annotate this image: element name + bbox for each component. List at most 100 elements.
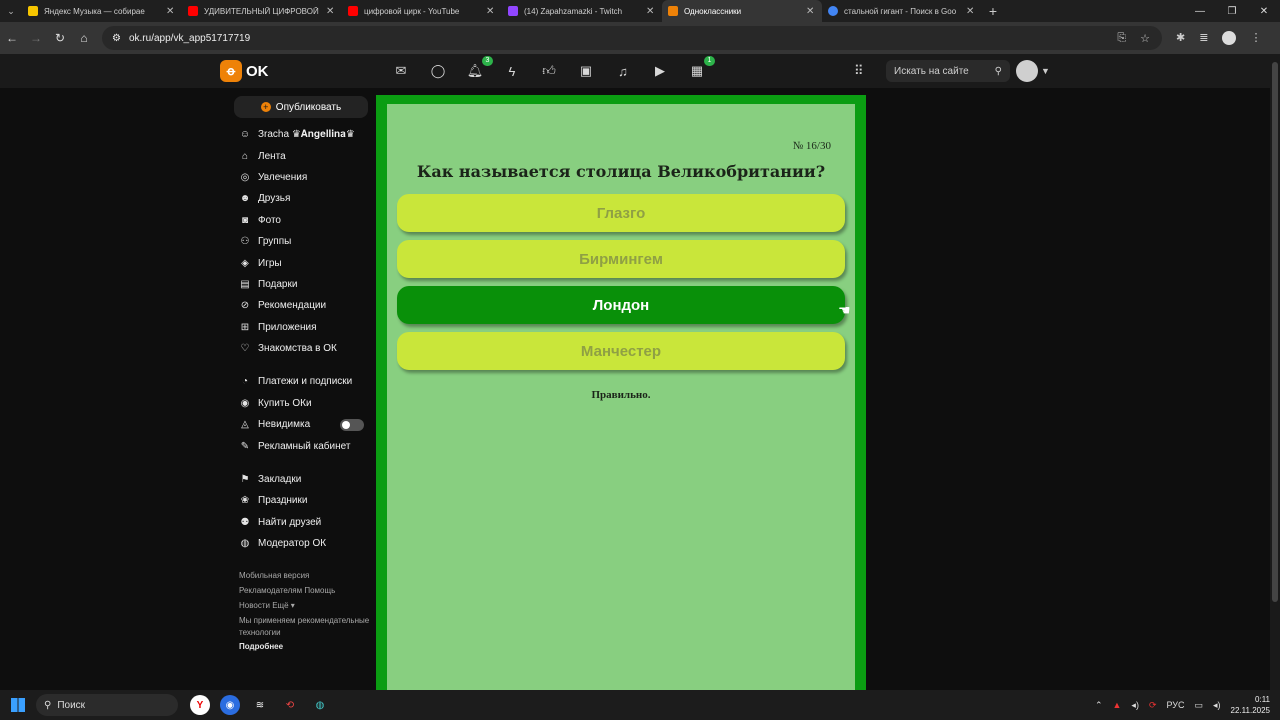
- install-icon[interactable]: ⎘: [1117, 32, 1126, 45]
- games-icon[interactable]: ▦ 1: [688, 56, 715, 80]
- sidebar-item-buy-oks[interactable]: ◉ Купить ОКи: [234, 393, 374, 414]
- url-input[interactable]: ⚙ ok.ru/app/vk_app51717719 ⎘ ☆: [102, 26, 1162, 50]
- close-icon[interactable]: ✕: [646, 6, 656, 17]
- mobile-version-link[interactable]: Мобильная версия: [239, 571, 309, 580]
- sidebar-item-hobbies[interactable]: ◎ Увлечения: [234, 167, 374, 188]
- advertisers-link[interactable]: Рекламодателям: [239, 586, 302, 595]
- extensions-icon[interactable]: ✱: [1176, 31, 1185, 45]
- page-scrollbar[interactable]: [1270, 54, 1280, 690]
- sidebar-item-gifts[interactable]: ▤ Подарки: [234, 274, 374, 295]
- music-icon[interactable]: ♫: [614, 62, 632, 80]
- tab-favicon-icon: [828, 6, 838, 16]
- maximize-icon[interactable]: ❐: [1216, 0, 1248, 22]
- close-icon[interactable]: ✕: [806, 6, 816, 17]
- sidebar-item-dating[interactable]: ♡ Знакомства в ОК: [234, 338, 374, 359]
- video-calls-icon[interactable]: ▣: [577, 62, 595, 80]
- tab-favicon-icon: [28, 6, 38, 16]
- sync-icon[interactable]: ⟳: [1149, 700, 1157, 711]
- taskbar-search[interactable]: ⚲ Поиск: [36, 694, 178, 716]
- yandex-browser-icon[interactable]: Y: [190, 695, 210, 715]
- sidebar-item-invisible[interactable]: ◬ Невидимка: [234, 414, 374, 435]
- app-icon[interactable]: ⟲: [280, 695, 300, 715]
- invisible-icon: ◬: [241, 419, 249, 431]
- notifications-icon[interactable]: 🔔︎ 3: [466, 56, 493, 80]
- sidebar-item-ads-cabinet[interactable]: ✎ Рекламный кабинет: [234, 435, 374, 456]
- answer-button-3-selected[interactable]: Лондон: [397, 286, 845, 324]
- new-tab-button[interactable]: +: [982, 3, 1004, 19]
- sidebar-item-moderator[interactable]: ◍ Модератор ОК: [234, 533, 374, 554]
- messages-icon[interactable]: ✉: [392, 62, 410, 80]
- video-icon[interactable]: ▶: [651, 62, 669, 80]
- sidebar-item-holidays[interactable]: ❀ Праздники: [234, 490, 374, 511]
- more-link[interactable]: Ещё ▾: [272, 601, 295, 610]
- tab-search-icon[interactable]: ⌄: [0, 0, 22, 22]
- sidebar-item-profile[interactable]: ☺ Зracha ♛𝐀𝐧𝐠𝐞𝐥𝐥𝐢𝐧𝐚♛: [234, 124, 374, 145]
- browser-tab-active[interactable]: Одноклассники ✕: [662, 0, 822, 22]
- answer-button-1[interactable]: Глазго: [397, 194, 845, 232]
- browser-tab[interactable]: УДИВИТЕЛЬНЫЙ ЦИФРОВОЙ ✕: [182, 0, 342, 22]
- browser-tab[interactable]: Яндекс Музыка — собирае ✕: [22, 0, 182, 22]
- reload-icon[interactable]: ↻: [48, 26, 72, 50]
- user-icon: ☺: [239, 129, 251, 141]
- sidebar-item-groups[interactable]: ⚇ Группы: [234, 231, 374, 252]
- forward-icon[interactable]: →: [24, 26, 48, 50]
- user-menu[interactable]: ▼: [1016, 60, 1050, 82]
- tray-chevron-icon[interactable]: ⌃: [1095, 700, 1103, 711]
- chrome-icon[interactable]: ◉: [220, 695, 240, 715]
- network-icon[interactable]: ▭: [1195, 700, 1204, 711]
- scrollbar-thumb[interactable]: [1272, 62, 1278, 602]
- app-globe-icon[interactable]: ◍: [310, 695, 330, 715]
- invisible-toggle[interactable]: [340, 418, 364, 431]
- close-window-icon[interactable]: ✕: [1248, 0, 1280, 22]
- likes-icon[interactable]: 👍︎: [540, 62, 558, 80]
- close-icon[interactable]: ✕: [166, 6, 176, 17]
- sidebar-item-payments[interactable]: ◔ Платежи и подписки: [234, 371, 374, 392]
- browser-tab[interactable]: цифровой цирк - YouTube ✕: [342, 0, 502, 22]
- ok-logo-icon: ꝋ: [220, 60, 242, 82]
- answer-button-4[interactable]: Манчестер: [397, 332, 845, 370]
- holidays-icon: ❀: [240, 495, 250, 507]
- sidebar-item-apps[interactable]: ⊞ Приложения: [234, 317, 374, 338]
- guests-icon[interactable]: ϟ: [503, 62, 521, 80]
- bookmark-star-icon[interactable]: ☆: [1140, 32, 1150, 45]
- app-stack-icon[interactable]: ≋: [250, 695, 270, 715]
- site-search-input[interactable]: Искать на сайте ⚲: [886, 60, 1010, 82]
- close-icon[interactable]: ✕: [326, 6, 336, 17]
- sidebar-item-photos[interactable]: ◙ Фото: [234, 210, 374, 231]
- avatar: [1016, 60, 1038, 82]
- sidebar-item-friends[interactable]: ☻ Друзья: [234, 188, 374, 209]
- home-icon[interactable]: ⌂: [72, 26, 96, 50]
- browser-tab[interactable]: (14) Zapahzamazki - Twitch ✕: [502, 0, 662, 22]
- sidebar-item-feed[interactable]: ⌂ Лента: [234, 145, 374, 166]
- windows-start-icon[interactable]: [0, 698, 36, 712]
- back-icon[interactable]: ←: [0, 26, 24, 50]
- sidebar-item-recommendations[interactable]: ⊘ Рекомендации: [234, 295, 374, 316]
- reading-list-icon[interactable]: ≣: [1199, 31, 1208, 45]
- discussions-icon[interactable]: ◯: [429, 62, 447, 80]
- details-link[interactable]: Подробнее: [239, 642, 283, 651]
- speaker-icon[interactable]: ◂): [1131, 700, 1139, 711]
- tab-favicon-icon: [508, 6, 518, 16]
- news-link[interactable]: Новости: [239, 601, 270, 610]
- menu-dots-icon[interactable]: ⋮: [1250, 31, 1261, 45]
- minimize-icon[interactable]: —: [1184, 0, 1216, 22]
- result-text: Правильно.: [591, 389, 651, 401]
- sidebar-item-bookmarks[interactable]: ⚑ Закладки: [234, 469, 374, 490]
- close-icon[interactable]: ✕: [486, 6, 496, 17]
- site-info-icon[interactable]: ⚙: [112, 33, 121, 44]
- volume-icon[interactable]: ◂): [1213, 700, 1221, 711]
- language-indicator[interactable]: РУС: [1166, 700, 1184, 710]
- apps-grid-icon[interactable]: ⠿: [854, 63, 864, 79]
- close-icon[interactable]: ✕: [966, 6, 976, 17]
- search-icon[interactable]: ⚲: [995, 66, 1002, 77]
- help-link[interactable]: Помощь: [304, 586, 335, 595]
- warning-icon[interactable]: ▲: [1113, 700, 1122, 710]
- answer-button-2[interactable]: Бирмингем: [397, 240, 845, 278]
- clock[interactable]: 0:11 22.11.2025: [1231, 694, 1270, 716]
- sidebar-item-games[interactable]: ◈ Игры: [234, 252, 374, 273]
- profile-avatar[interactable]: [1222, 31, 1237, 45]
- browser-tab[interactable]: стальной гигант - Поиск в Goo ✕: [822, 0, 982, 22]
- sidebar-item-find-friends[interactable]: ⚉ Найти друзей: [234, 512, 374, 533]
- ok-logo[interactable]: ꝋ OK: [220, 60, 269, 82]
- publish-button[interactable]: + Опубликовать: [234, 96, 368, 118]
